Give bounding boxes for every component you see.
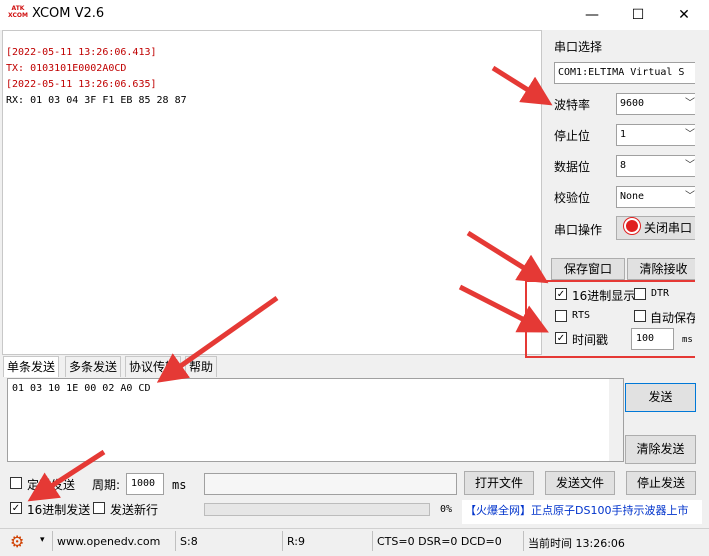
close-port-label: 关闭串口 <box>643 221 692 235</box>
baud-label: 波特率 <box>554 98 591 112</box>
progress-percent: 0% <box>440 504 453 515</box>
logo-text-bottom: XCOM <box>8 12 28 19</box>
hex-send-checkbox[interactable]: ✓ <box>10 502 22 514</box>
period-label: 周期: <box>92 478 121 492</box>
settings-dropdown-icon[interactable]: ▾ <box>40 535 45 545</box>
signal-status: CTS=0 DSR=0 DCD=0 <box>377 535 502 548</box>
save-window-button[interactable]: 保存窗口 <box>551 258 625 280</box>
clear-send-button[interactable]: 清除发送 <box>625 435 696 464</box>
status-divider <box>52 531 53 551</box>
send-text: 01 03 10 1E 00 02 A0 CD <box>12 383 151 394</box>
baud-value: 9600 <box>620 98 645 109</box>
close-window-button[interactable]: ✕ <box>661 0 707 30</box>
minimize-button[interactable]: — <box>569 0 615 30</box>
chevron-down-icon: ﹀ <box>685 98 695 109</box>
chevron-down-icon: ﹀ <box>685 191 695 202</box>
send-newline-checkbox[interactable] <box>93 502 105 514</box>
receive-area[interactable]: [2022-05-11 13:26:06.413] TX: 0103101E000… <box>2 30 542 355</box>
gear-icon[interactable]: ⚙ <box>10 532 24 551</box>
ad-banner[interactable]: 【火爆全网】正点原子DS100手持示波器上市 <box>462 500 702 524</box>
open-file-button[interactable]: 打开文件 <box>464 471 534 495</box>
port-select[interactable]: COM1:ELTIMA Virtual S <box>554 62 700 84</box>
ad-text-highlight: 【火爆全网】 <box>465 504 531 517</box>
port-select-value: COM1:ELTIMA Virtual S <box>558 67 685 78</box>
send-progress-bar <box>204 503 430 516</box>
highlight-box <box>525 280 702 358</box>
parity-label: 校验位 <box>554 191 591 205</box>
period-unit: ms <box>172 478 187 492</box>
databits-label: 数据位 <box>554 160 591 174</box>
tab-protocol[interactable]: 协议传输 <box>125 356 182 377</box>
parity-select[interactable]: None ﹀ <box>616 186 700 208</box>
stopbits-value: 1 <box>620 129 627 140</box>
hex-send-label: 16进制发送 <box>27 503 91 517</box>
receive-line: TX: 0103101E0002A0CD <box>6 63 127 74</box>
send-input[interactable]: 01 03 10 1E 00 02 A0 CD <box>7 378 624 462</box>
logo-text-top: ATK <box>11 5 25 12</box>
send-button[interactable]: 发送 <box>625 383 696 412</box>
receive-line: [2022-05-11 13:26:06.635] <box>6 79 157 90</box>
tab-single-send[interactable]: 单条发送 <box>3 356 60 377</box>
receive-line: [2022-05-11 13:26:06.413] <box>6 47 157 58</box>
port-select-label: 串口选择 <box>554 40 603 54</box>
tab-help[interactable]: 帮助 <box>185 356 218 377</box>
parity-value: None <box>620 191 645 202</box>
send-newline-label: 发送新行 <box>110 503 159 517</box>
status-divider <box>523 531 524 551</box>
check-icon: ✓ <box>11 503 21 514</box>
chevron-down-icon: ﹀ <box>685 160 695 171</box>
stopbits-label: 停止位 <box>554 129 591 143</box>
website-link[interactable]: www.openedv.com <box>57 535 160 548</box>
close-port-button[interactable]: 关闭串口 <box>616 216 700 240</box>
app-logo-icon: ATK XCOM <box>8 5 28 25</box>
status-divider <box>175 531 176 551</box>
stop-send-button[interactable]: 停止发送 <box>626 471 696 495</box>
port-status-icon <box>623 218 640 234</box>
right-panel-scrollbar[interactable] <box>695 30 709 360</box>
chevron-down-icon: ﹀ <box>685 129 695 140</box>
baud-select[interactable]: 9600 ﹀ <box>616 93 700 115</box>
stopbits-select[interactable]: 1 ﹀ <box>616 124 700 146</box>
received-count: R:9 <box>287 535 306 548</box>
sent-count: S:8 <box>180 535 198 548</box>
status-divider <box>282 531 283 551</box>
tab-multi-send[interactable]: 多条发送 <box>65 356 122 377</box>
window-title: XCOM V2.6 <box>32 6 105 21</box>
file-path-field[interactable] <box>204 473 457 495</box>
maximize-button[interactable]: ☐ <box>615 0 661 30</box>
databits-select[interactable]: 8 ﹀ <box>616 155 700 177</box>
current-time: 当前时间 13:26:06 <box>528 537 625 550</box>
send-file-button[interactable]: 发送文件 <box>545 471 615 495</box>
clear-receive-button[interactable]: 清除接收 <box>627 258 700 280</box>
port-op-label: 串口操作 <box>554 223 603 237</box>
timed-send-checkbox[interactable] <box>10 477 22 489</box>
send-scrollbar[interactable] <box>609 379 623 461</box>
receive-line: RX: 01 03 04 3F F1 EB 85 28 87 <box>6 95 187 106</box>
period-input[interactable]: 1000 <box>126 473 164 495</box>
status-divider <box>372 531 373 551</box>
timed-send-label: 定时发送 <box>27 478 76 492</box>
databits-value: 8 <box>620 160 627 171</box>
ad-text-main: 正点原子DS100手持示波器上市 <box>531 504 689 517</box>
